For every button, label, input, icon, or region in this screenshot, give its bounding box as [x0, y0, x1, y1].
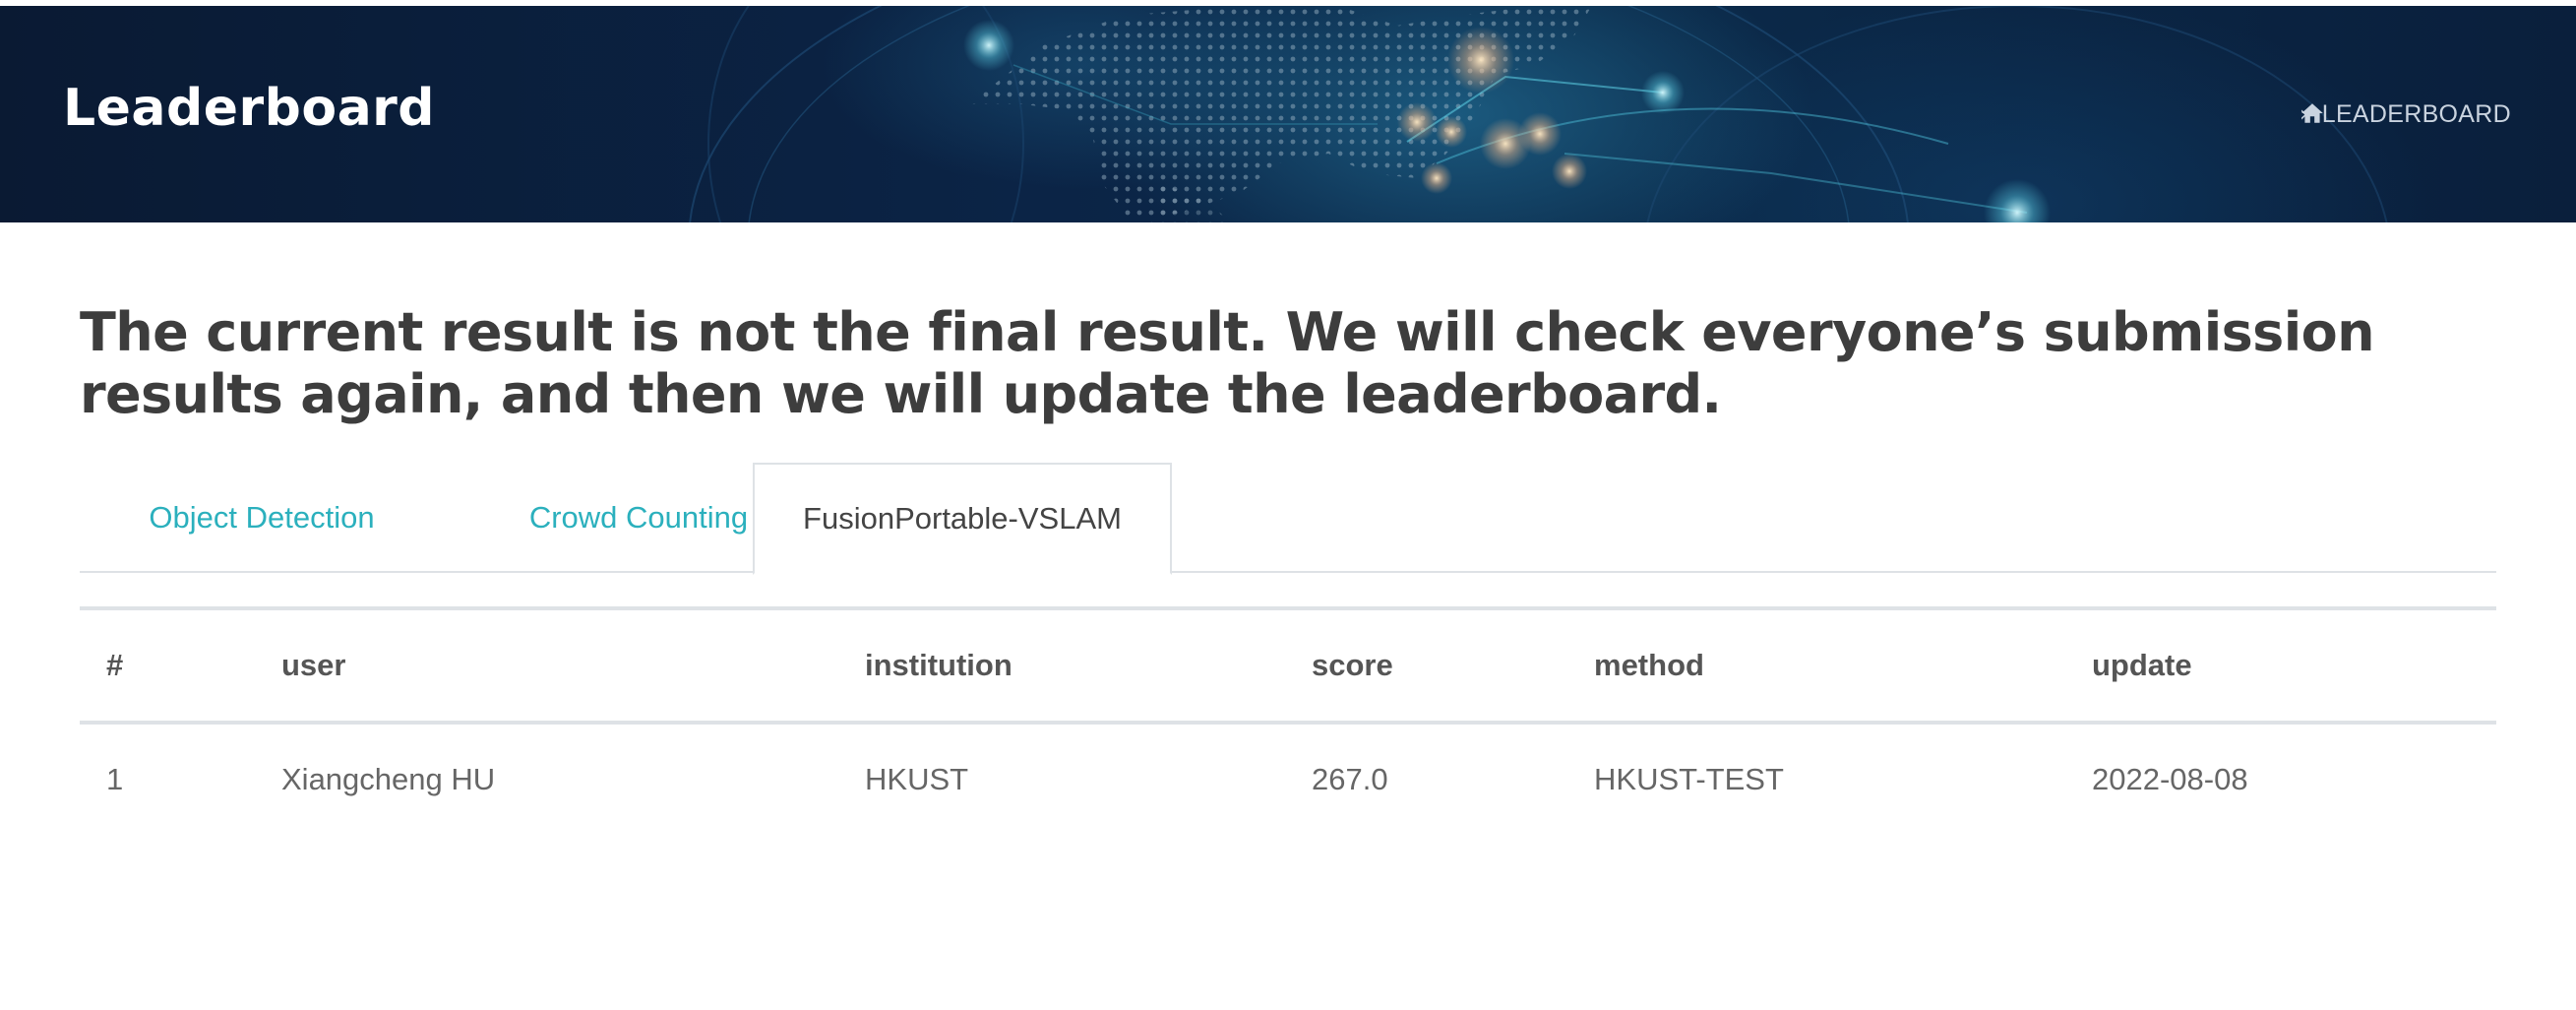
column-header-user: user [255, 610, 838, 725]
table-header-row: # user institution score method update [80, 610, 2496, 725]
page-header-banner: Leaderboard › LEADERBOARD [0, 6, 2576, 222]
breadcrumb: › LEADERBOARD [2300, 100, 2511, 129]
cell-update: 2022-08-08 [2092, 762, 2248, 796]
leaderboard-tabs: Object Detection Crowd Counting FusionPo… [80, 463, 2496, 575]
tab-fusionportable-vslam[interactable]: FusionPortable-VSLAM [753, 463, 1172, 575]
leaderboard-table: # user institution score method update 1… [80, 610, 2496, 835]
cell-institution: HKUST [865, 762, 969, 796]
cell-rank: 1 [106, 762, 124, 796]
table-row: 1 Xiangcheng HU HKUST 267.0 HKUST-TEST 2… [80, 723, 2496, 835]
column-header-rank: # [80, 610, 255, 725]
cell-method: HKUST-TEST [1594, 762, 1784, 796]
column-header-score: score [1285, 610, 1567, 725]
column-header-update: update [2065, 610, 2496, 725]
cell-user: Xiangcheng HU [281, 762, 496, 796]
breadcrumb-current: LEADERBOARD [2321, 100, 2511, 128]
home-icon[interactable] [2300, 100, 2325, 126]
column-header-institution: institution [838, 610, 1285, 725]
page-title: Leaderboard [63, 79, 436, 138]
results-notice: The current result is not the final resu… [80, 301, 2375, 425]
leaderboard-table-container: # user institution score method update 1… [80, 606, 2496, 835]
column-header-method: method [1567, 610, 2065, 725]
tab-object-detection[interactable]: Object Detection [80, 463, 444, 573]
cell-score: 267.0 [1312, 762, 1388, 796]
